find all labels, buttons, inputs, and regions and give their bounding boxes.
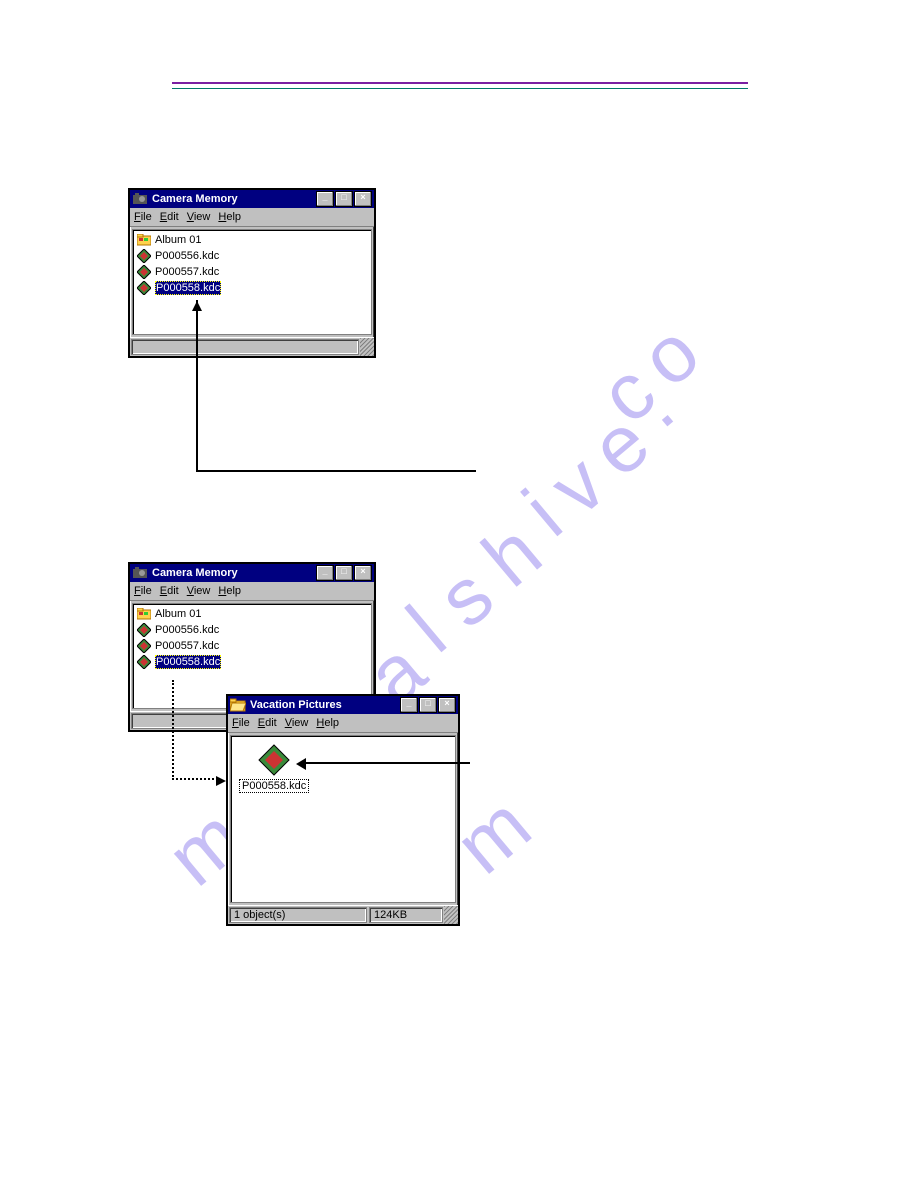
status-size: 124KB [369, 907, 443, 923]
drag-path [172, 778, 218, 780]
minimize-button[interactable]: _ [400, 697, 418, 713]
item-label: P000556.kdc [155, 250, 219, 262]
menubar: File Edit View Help [130, 208, 374, 227]
resize-grip[interactable] [444, 906, 458, 924]
folder-icon [137, 608, 151, 620]
menu-view[interactable]: View [187, 585, 211, 597]
menu-edit[interactable]: Edit [160, 585, 179, 597]
drag-path [172, 680, 174, 780]
list-item[interactable]: Album 01 [135, 606, 369, 622]
watermark: l [390, 590, 461, 671]
watermark: h [465, 507, 557, 605]
menu-edit[interactable]: Edit [160, 211, 179, 223]
menu-help[interactable]: Help [316, 717, 339, 729]
titlebar[interactable]: Vacation Pictures _ □ × [228, 696, 458, 714]
watermark: v [533, 439, 621, 534]
menu-help[interactable]: Help [218, 211, 241, 223]
menu-view[interactable]: View [285, 717, 309, 729]
maximize-button[interactable]: □ [335, 191, 353, 207]
menu-view[interactable]: View [187, 211, 211, 223]
list-item[interactable]: Album 01 [135, 232, 369, 248]
watermark: i [506, 474, 577, 555]
window-title: Camera Memory [152, 193, 316, 205]
statusbar [130, 337, 374, 356]
watermark: e [573, 397, 665, 495]
kdc-icon [137, 249, 151, 263]
close-button[interactable]: × [438, 697, 456, 713]
app-icon [132, 566, 148, 580]
watermark: o [623, 307, 715, 405]
item-label: P000558.kdc [155, 281, 221, 295]
kdc-icon [137, 639, 151, 653]
item-label: P000557.kdc [155, 266, 219, 278]
item-label: P000557.kdc [155, 640, 219, 652]
callout-arrow [302, 762, 470, 764]
item-label: P000556.kdc [155, 624, 219, 636]
item-label: Album 01 [155, 234, 201, 246]
menubar: File Edit View Help [130, 582, 374, 601]
kdc-icon [137, 623, 151, 637]
thumbnail-label: P000558.kdc [239, 779, 309, 793]
item-label: Album 01 [155, 608, 201, 620]
watermark: c [583, 347, 671, 442]
kdc-icon [137, 281, 151, 295]
list-item[interactable]: P000556.kdc [135, 248, 369, 264]
close-button[interactable]: × [354, 565, 372, 581]
menu-help[interactable]: Help [218, 585, 241, 597]
menu-file[interactable]: File [232, 717, 250, 729]
arrowhead-icon [192, 298, 202, 316]
kdc-icon [137, 265, 151, 279]
titlebar[interactable]: Camera Memory _ □ × [130, 190, 374, 208]
resize-grip[interactable] [360, 338, 374, 356]
camera-memory-window-1: Camera Memory _ □ × File Edit View Help … [128, 188, 376, 358]
maximize-button[interactable]: □ [335, 565, 353, 581]
statusbar: 1 object(s) 124KB [228, 905, 458, 924]
window-title: Camera Memory [152, 567, 316, 579]
kdc-icon [137, 655, 151, 669]
list-item[interactable]: P000557.kdc [135, 638, 369, 654]
file-list: Album 01 P000556.kdc P000557.kdc P000558… [132, 229, 372, 335]
maximize-button[interactable]: □ [419, 697, 437, 713]
item-label: P000558.kdc [155, 655, 221, 669]
kdc-icon [258, 744, 290, 776]
list-item[interactable]: P000556.kdc [135, 622, 369, 638]
window-title: Vacation Pictures [250, 699, 400, 711]
menu-file[interactable]: File [134, 211, 152, 223]
arrowhead-icon [296, 757, 306, 775]
watermark: s [421, 551, 509, 646]
list-item[interactable]: P000558.kdc [135, 280, 369, 296]
close-button[interactable]: × [354, 191, 372, 207]
vacation-pictures-window: Vacation Pictures _ □ × File Edit View H… [226, 694, 460, 926]
list-item[interactable]: P000557.kdc [135, 264, 369, 280]
menu-file[interactable]: File [134, 585, 152, 597]
titlebar[interactable]: Camera Memory _ □ × [130, 564, 374, 582]
menubar: File Edit View Help [228, 714, 458, 733]
file-thumbnails: P000558.kdc [230, 735, 456, 903]
callout-arrow [196, 470, 476, 472]
folder-open-icon [230, 698, 246, 712]
minimize-button[interactable]: _ [316, 191, 334, 207]
status-cell [131, 339, 359, 355]
folder-icon [137, 234, 151, 246]
status-objects: 1 object(s) [229, 907, 367, 923]
app-icon [132, 192, 148, 206]
callout-arrow [196, 300, 198, 472]
menu-edit[interactable]: Edit [258, 717, 277, 729]
watermark: . [615, 362, 690, 445]
arrowhead-icon [216, 773, 226, 791]
header-rule [172, 82, 748, 89]
list-item[interactable]: P000558.kdc [135, 654, 369, 670]
minimize-button[interactable]: _ [316, 565, 334, 581]
